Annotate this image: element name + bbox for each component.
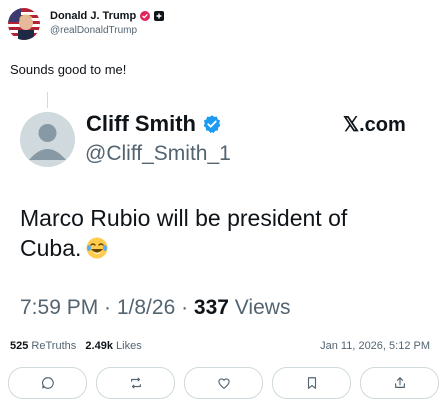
- verified-badge-icon: [140, 11, 151, 21]
- post-header: Donald J. Trump @realDonaldTrump: [8, 8, 165, 42]
- quoted-meta: 7:59 PM · 1/8/26 · 337 Views: [20, 296, 290, 320]
- like-icon: [217, 378, 230, 389]
- source-label: 𝕏.com: [343, 114, 406, 136]
- quoted-body-text: Marco Rubio will be president of Cuba.: [20, 205, 348, 261]
- retruth-icon: [130, 377, 141, 389]
- quoted-name: Cliff Smith: [86, 111, 196, 136]
- likes-count[interactable]: 2.49k: [85, 340, 113, 352]
- views-count: 337: [193, 296, 229, 319]
- quoted-name-row: Cliff Smith: [86, 111, 222, 137]
- like-button[interactable]: [184, 367, 263, 399]
- share-button[interactable]: [360, 367, 439, 399]
- views-label: Views: [228, 296, 291, 319]
- quoted-avatar: [20, 112, 75, 167]
- quoted-time: 7:59 PM · 1/8/26 ·: [20, 296, 194, 319]
- post-date[interactable]: Jan 11, 2026, 5:12 PM: [320, 340, 430, 352]
- reply-icon: [41, 377, 54, 389]
- author-handle[interactable]: @realDonaldTrump: [50, 25, 164, 36]
- action-bar: [8, 367, 439, 399]
- verified-icon: [202, 114, 222, 134]
- quoted-handle: @Cliff_Smith_1: [85, 142, 231, 165]
- post-text: Sounds good to me!: [10, 62, 127, 77]
- author-name[interactable]: Donald J. Trump: [50, 10, 136, 22]
- post-stats: 525 ReTruths 2.49k Likes: [10, 340, 142, 352]
- truth-badge-icon: [154, 11, 165, 21]
- quoted-body: Marco Rubio will be president of Cuba.: [20, 203, 380, 263]
- thread-line: [47, 92, 48, 108]
- laughing-emoji-icon: [85, 236, 109, 260]
- retruths-count[interactable]: 525: [10, 340, 28, 352]
- share-icon: [394, 377, 405, 388]
- likes-label[interactable]: Likes: [116, 340, 142, 352]
- retruth-button[interactable]: [96, 367, 175, 399]
- author-avatar[interactable]: [8, 8, 40, 40]
- retruths-label[interactable]: ReTruths: [31, 340, 76, 352]
- bookmark-button[interactable]: [272, 367, 351, 399]
- bookmark-icon: [307, 377, 316, 389]
- reply-button[interactable]: [8, 367, 87, 399]
